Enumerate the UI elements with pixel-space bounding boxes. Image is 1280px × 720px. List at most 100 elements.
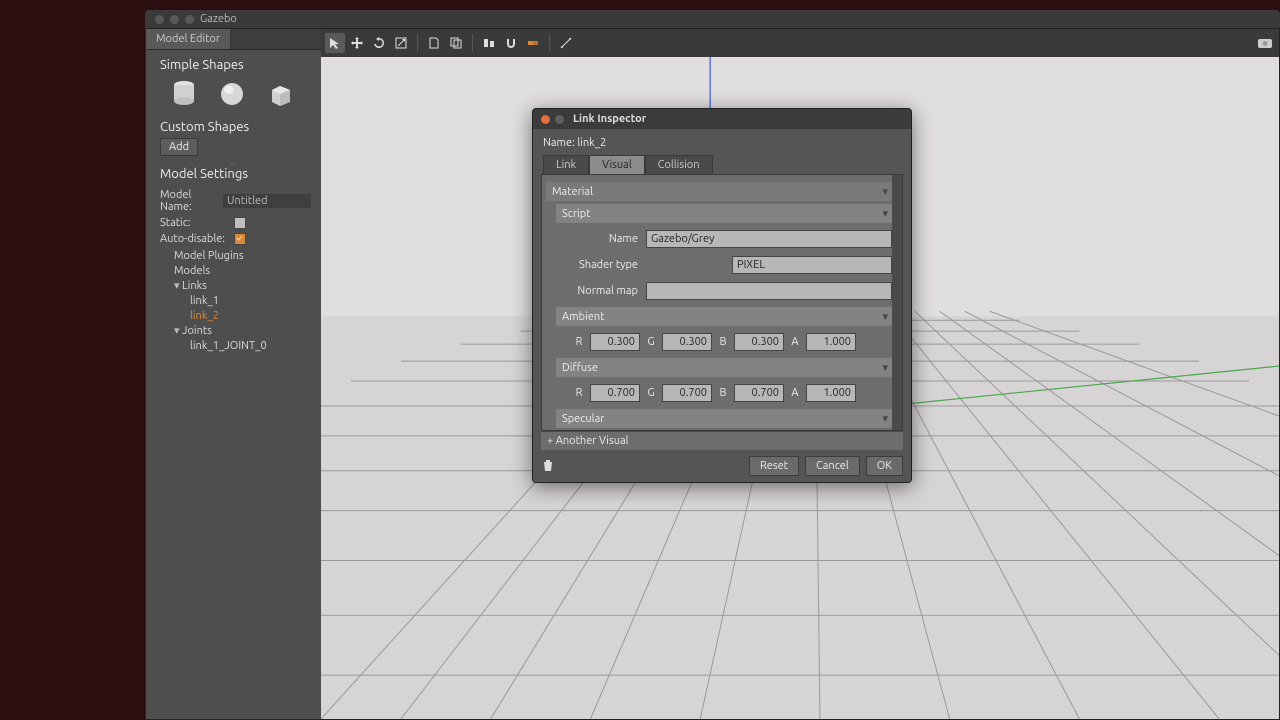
file-icon (427, 36, 441, 50)
simple-shapes-row (146, 78, 321, 116)
window-title: Gazebo (200, 13, 237, 25)
dialog-close-icon[interactable] (541, 115, 550, 124)
link-inspector-dialog[interactable]: Link Inspector Name: link_2 Link Visual … (532, 108, 912, 483)
group-script[interactable]: Script ▾ (556, 204, 894, 223)
normal-map-input[interactable] (646, 282, 892, 300)
snap-button[interactable] (501, 33, 521, 53)
dialog-min-icon[interactable] (555, 115, 564, 124)
ambient-rgba-row: R G B A (546, 329, 894, 355)
scene-tree: Model Plugins Models Links link_1 link_2… (146, 247, 321, 360)
tree-models[interactable]: Models (160, 264, 315, 279)
main-toolbar (321, 29, 1279, 57)
toolbar-separator (472, 34, 473, 52)
chevron-down-icon: ▾ (882, 412, 888, 425)
ruler-button[interactable] (556, 33, 576, 53)
inspector-title: Link Inspector (573, 113, 646, 125)
cylinder-icon (171, 80, 197, 108)
cancel-button[interactable]: Cancel (805, 456, 860, 476)
camera-icon (1257, 36, 1273, 50)
sphere-icon (219, 81, 245, 107)
undo-button[interactable] (424, 33, 444, 53)
tree-links[interactable]: Links (160, 279, 315, 294)
measure-icon (559, 36, 573, 50)
ambient-r-input[interactable] (590, 333, 640, 351)
ambient-b-input[interactable] (734, 333, 784, 351)
copy-button[interactable] (446, 33, 466, 53)
add-another-visual-button[interactable]: + Another Visual (541, 431, 903, 450)
window-min-dot[interactable] (170, 15, 179, 24)
shader-type-label: Shader type (560, 259, 638, 271)
add-custom-shape-button[interactable]: Add (160, 138, 198, 156)
ambient-g-input[interactable] (662, 333, 712, 351)
rotate-icon (372, 36, 386, 50)
camera-button[interactable] (1255, 33, 1275, 53)
joint-button[interactable] (523, 33, 543, 53)
diffuse-rgba-row: R G B A (546, 380, 894, 406)
group-specular[interactable]: Specular ▾ (556, 409, 894, 428)
tree-model-plugins[interactable]: Model Plugins (160, 249, 315, 264)
tab-model-editor[interactable]: Model Editor (146, 29, 231, 49)
shape-cylinder-button[interactable] (168, 78, 200, 110)
reset-button[interactable]: Reset (749, 456, 799, 476)
arrow-icon (328, 36, 342, 50)
move-tool-button[interactable] (347, 33, 367, 53)
sidepanel-tabs: Model Editor (146, 29, 321, 50)
tab-visual[interactable]: Visual (589, 155, 645, 174)
scale-icon (394, 36, 408, 50)
scale-tool-button[interactable] (391, 33, 411, 53)
group-ambient[interactable]: Ambient ▾ (556, 307, 894, 326)
tree-link-2[interactable]: link_2 (160, 309, 315, 324)
diffuse-r-input[interactable] (590, 384, 640, 402)
simple-shapes-header: Simple Shapes (146, 50, 321, 78)
toolbar-separator (549, 34, 550, 52)
align-icon (482, 36, 496, 50)
model-name-label: Model Name: (160, 189, 217, 213)
auto-disable-checkbox[interactable] (234, 233, 246, 245)
script-name-label: Name (560, 233, 638, 245)
rotate-tool-button[interactable] (369, 33, 389, 53)
chevron-down-icon: ▾ (882, 207, 888, 220)
chevron-down-icon: ▾ (882, 185, 888, 198)
model-settings-header: Model Settings (146, 165, 321, 187)
window-max-dot[interactable] (185, 15, 194, 24)
diffuse-g-input[interactable] (662, 384, 712, 402)
tab-link[interactable]: Link (543, 155, 589, 174)
ok-button[interactable]: OK (866, 456, 903, 476)
tree-joints[interactable]: Joints (160, 324, 315, 339)
diffuse-a-input[interactable] (806, 384, 856, 402)
shape-sphere-button[interactable] (216, 78, 248, 110)
tree-link-1[interactable]: link_1 (160, 294, 315, 309)
shape-box-button[interactable] (264, 78, 296, 110)
shader-type-input[interactable] (732, 256, 892, 274)
static-label: Static: (160, 217, 228, 229)
align-button[interactable] (479, 33, 499, 53)
ambient-a-input[interactable] (806, 333, 856, 351)
diffuse-b-input[interactable] (734, 384, 784, 402)
normal-map-label: Normal map (560, 285, 638, 297)
window-titlebar[interactable]: Gazebo (145, 10, 1280, 28)
joint-icon (526, 36, 540, 50)
static-checkbox[interactable] (234, 217, 246, 229)
group-material[interactable]: Material ▾ (546, 182, 894, 201)
inspector-scroll-area[interactable]: Material ▾ Script ▾ Name Shader type Nor… (541, 174, 903, 431)
group-diffuse[interactable]: Diffuse ▾ (556, 358, 894, 377)
arrow-tool-button[interactable] (325, 33, 345, 53)
chevron-down-icon: ▾ (882, 310, 888, 323)
toolbar-separator (417, 34, 418, 52)
copy-icon (449, 36, 463, 50)
move-icon (350, 36, 364, 50)
side-panel: Model Editor Simple Shapes (146, 29, 321, 719)
chevron-down-icon: ▾ (882, 361, 888, 374)
magnet-icon (504, 36, 518, 50)
trash-icon[interactable] (541, 458, 555, 475)
tree-joint-0[interactable]: link_1_JOINT_0 (160, 339, 315, 354)
model-name-input[interactable] (223, 194, 311, 208)
box-icon (266, 80, 294, 108)
window-close-dot[interactable] (155, 15, 164, 24)
inspector-titlebar[interactable]: Link Inspector (533, 109, 911, 129)
inspector-name-value: link_2 (577, 137, 606, 149)
tab-collision[interactable]: Collision (645, 155, 713, 174)
custom-shapes-header: Custom Shapes (146, 116, 321, 140)
inspector-name-label: Name: (543, 137, 575, 149)
script-name-input[interactable] (646, 230, 892, 248)
